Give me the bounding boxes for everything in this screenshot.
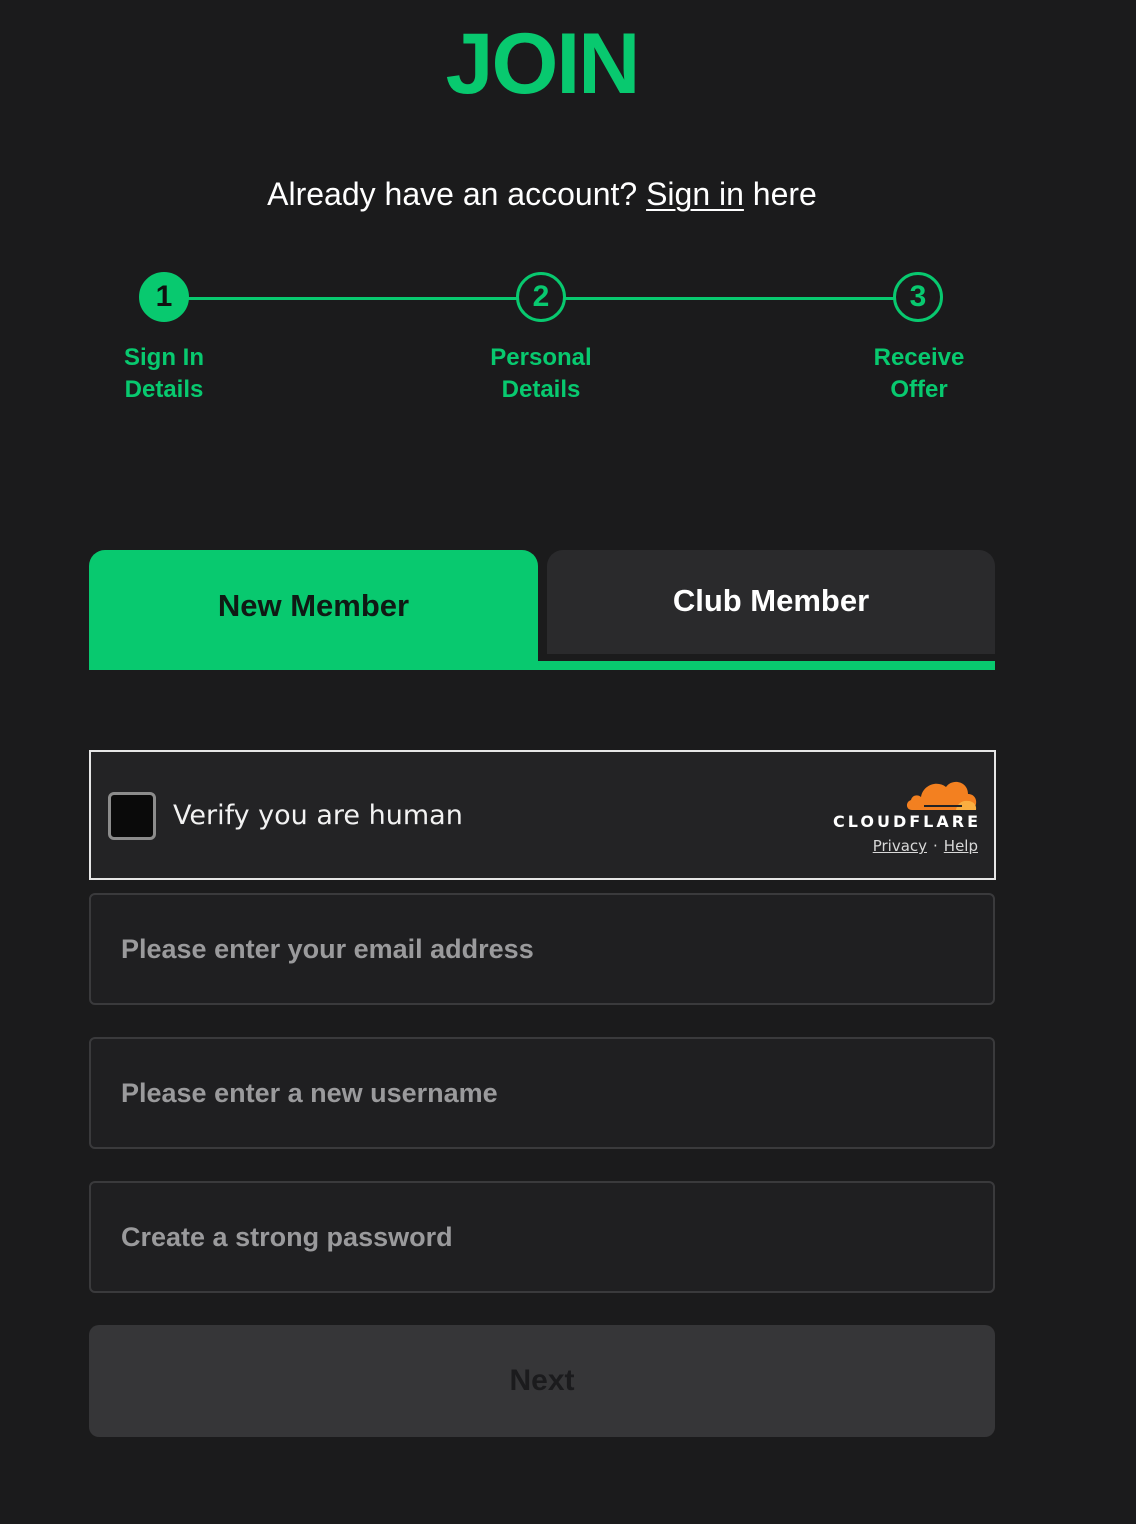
step-1-circle: 1 [139,272,189,322]
page-title: JOIN [445,16,641,112]
help-link[interactable]: Help [944,837,978,855]
signin-suffix: here [743,176,817,212]
next-button[interactable]: Next [89,1325,995,1437]
step-2-label: Personal Details [451,342,631,406]
password-input[interactable] [89,1181,995,1293]
username-input[interactable] [89,1037,995,1149]
email-input[interactable] [89,893,995,1005]
signin-link[interactable]: Sign in [646,176,744,212]
cloudflare-links: Privacy · Help [818,837,978,855]
links-separator: · [933,837,938,855]
cloudflare-brand: CLOUDFLARE [833,812,981,831]
step-1-label-line1: Sign In [124,344,204,371]
cloudflare-logo: CLOUDFLARE Privacy · Help [818,776,978,855]
signin-prefix: Already have an account? [267,176,647,212]
cloudflare-cloud-icon [906,781,977,810]
step-1-label-line2: Details [124,376,204,403]
step-3-label-line1: Receive [873,344,965,371]
step-2-label-line2: Details [501,376,581,403]
step-3-circle: 3 [893,272,943,322]
step-3-label: Receive Offer [829,342,1009,406]
member-type-tabs: New Member Club Member [89,550,995,670]
step-2-label-line1: Personal [490,344,592,371]
verify-human-label: Verify you are human [173,800,463,831]
verify-human-checkbox[interactable] [108,792,156,840]
signin-prompt: Already have an account? Sign in here [0,172,1084,216]
privacy-link[interactable]: Privacy [873,837,927,855]
tab-new-member[interactable]: New Member [89,550,538,670]
cloudflare-captcha: Verify you are human CLOUDFLARE Privacy ·… [89,750,996,880]
tab-club-member[interactable]: Club Member [547,550,995,654]
join-page: JOIN Already have an account? Sign in he… [0,0,1136,1524]
step-1-label: Sign In Details [74,342,254,406]
step-2-circle: 2 [516,272,566,322]
step-3-label-line2: Offer [890,376,948,403]
